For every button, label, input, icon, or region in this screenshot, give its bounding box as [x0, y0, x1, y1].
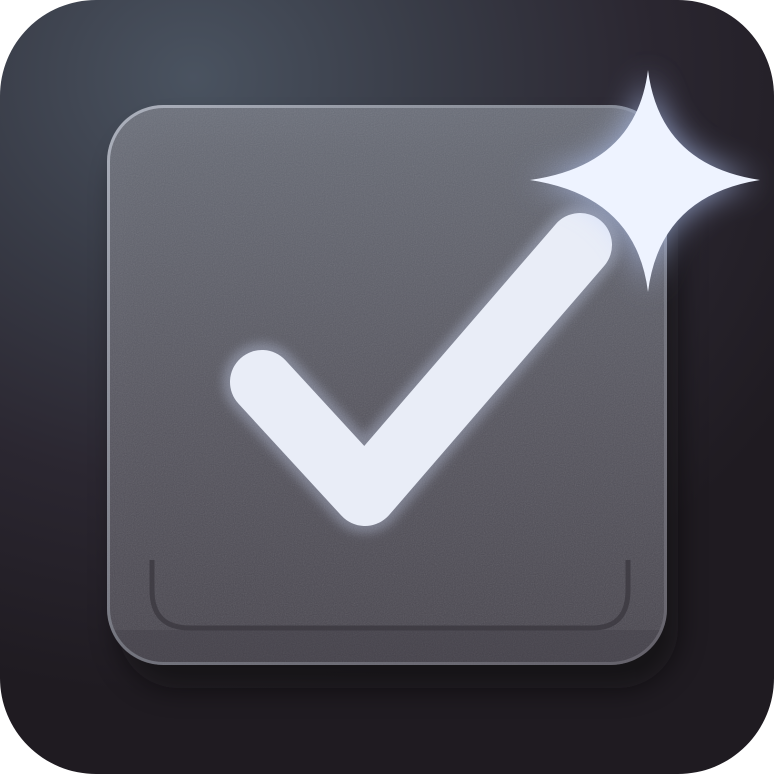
- app-icon: [0, 0, 774, 774]
- app-icon-artwork: [107, 70, 760, 688]
